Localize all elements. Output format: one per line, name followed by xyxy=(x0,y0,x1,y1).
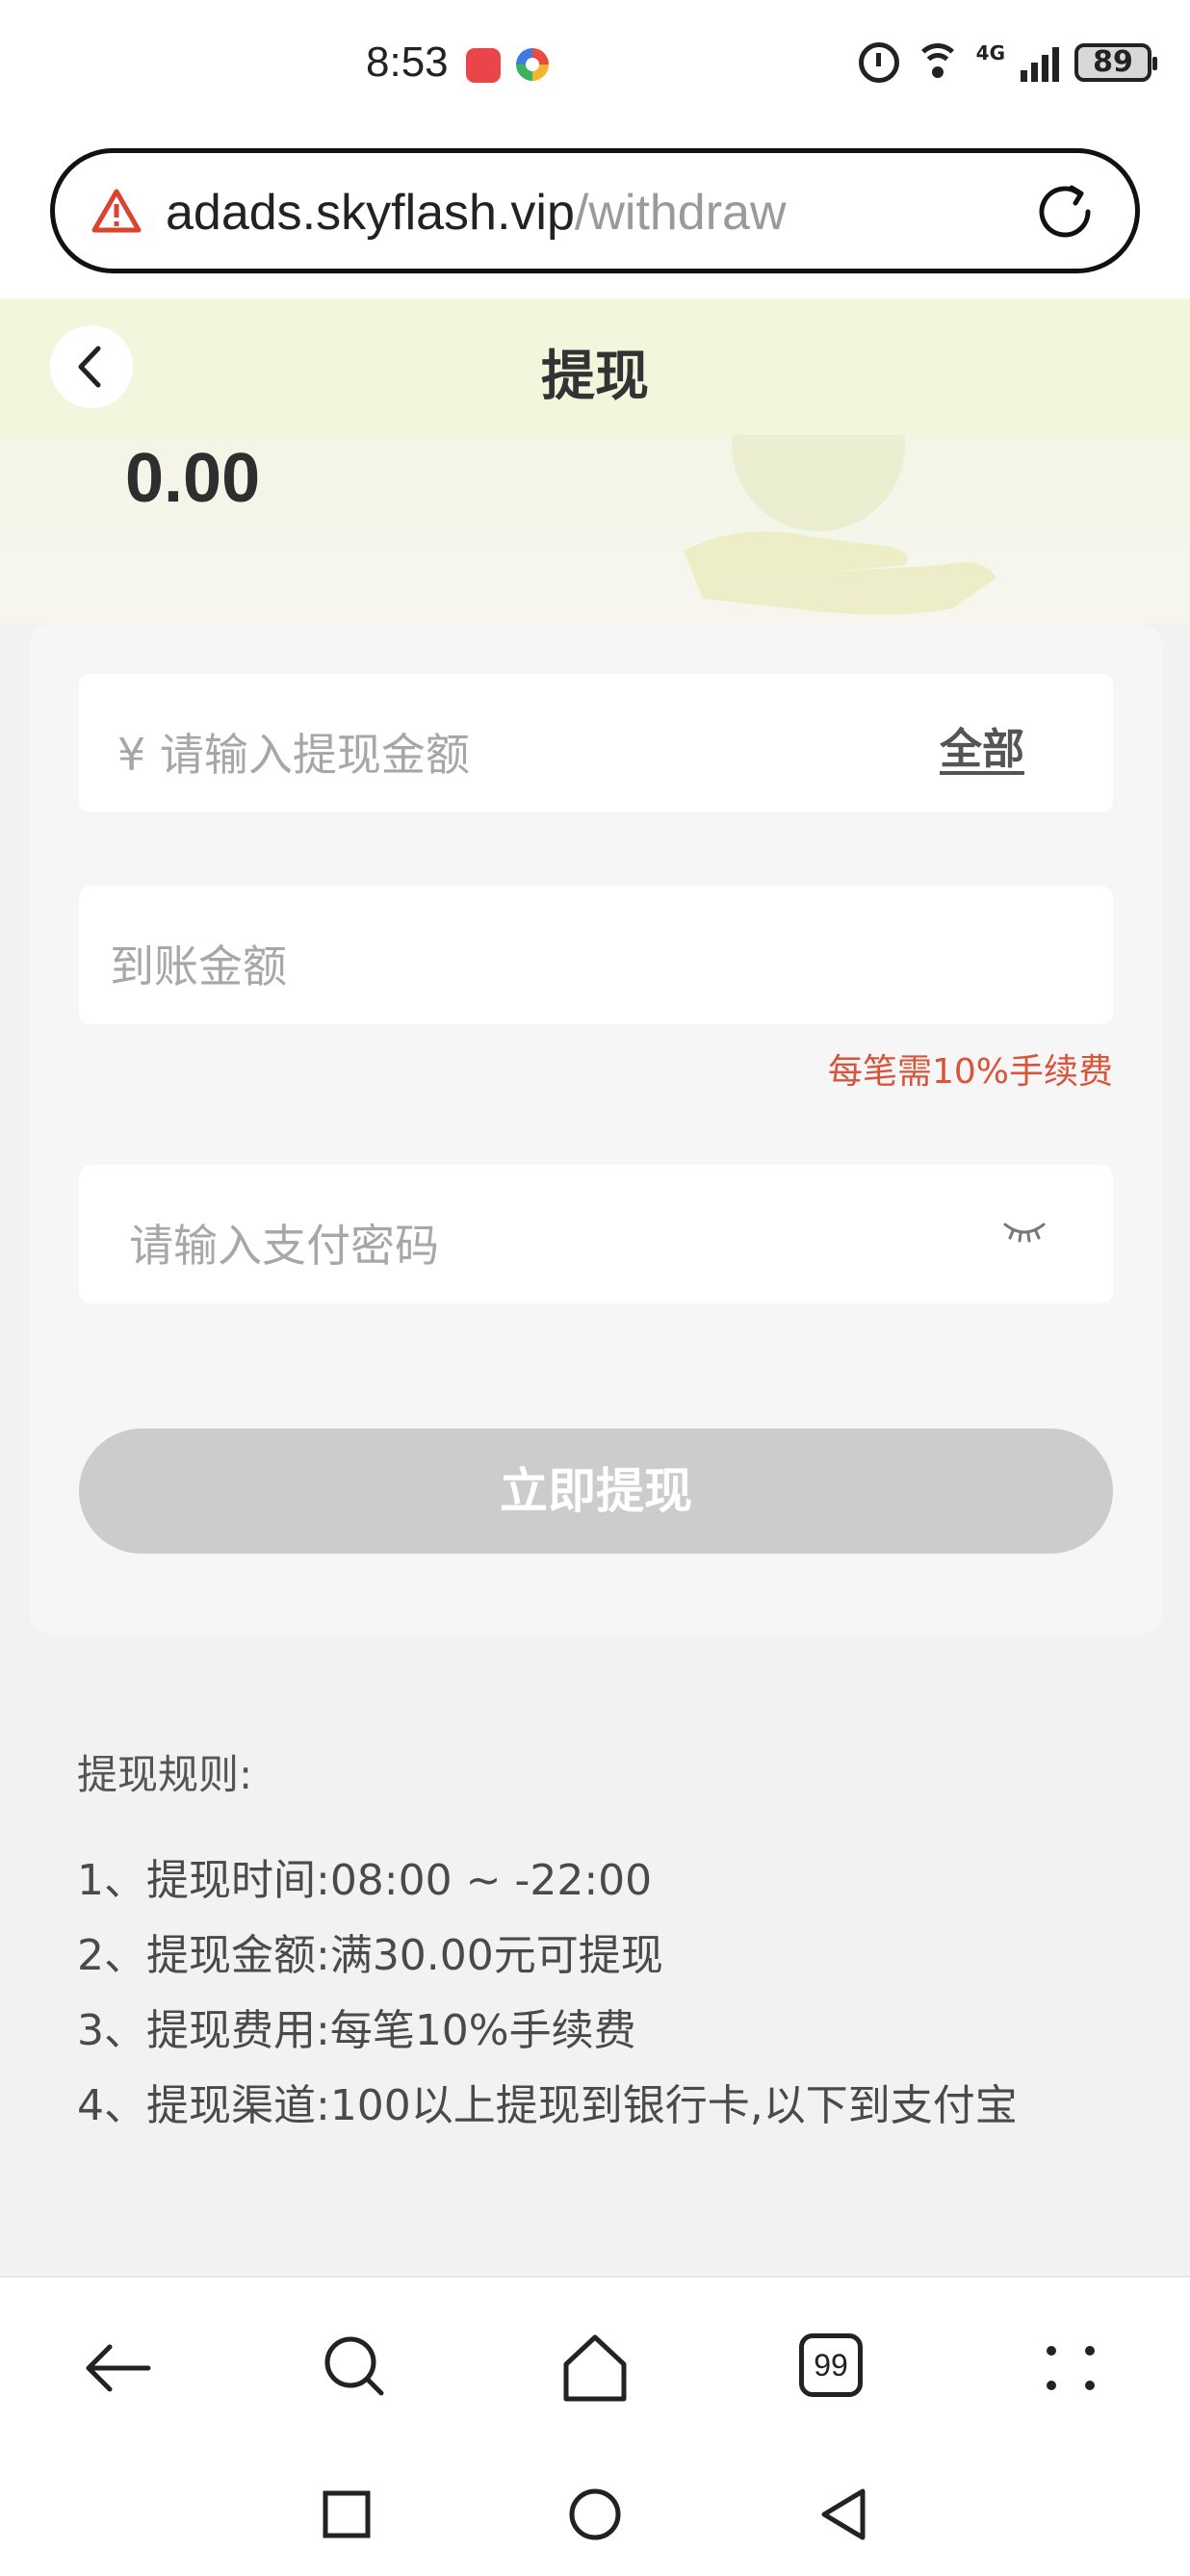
rule-item: 2、提现金额:满30.00元可提现 xyxy=(77,1931,663,1980)
rules-title: 提现规则: xyxy=(77,1751,253,1798)
status-icons: 4G 89 xyxy=(858,39,1157,87)
alarm-icon xyxy=(858,42,899,83)
signal-icon xyxy=(1021,43,1059,82)
battery-icon: 89 xyxy=(1074,43,1157,82)
search-icon[interactable] xyxy=(318,2330,395,2407)
withdraw-rules: 提现规则: 1、提现时间:08:00 ~ -22:00 2、提现金额:满30.0… xyxy=(77,1742,1136,2144)
hand-coin-icon xyxy=(684,435,996,615)
payment-password-input[interactable]: 请输入支付密码 xyxy=(79,1165,1113,1303)
rule-item: 3、提现费用:每笔10%手续费 xyxy=(77,2006,636,2055)
network-type: 4G xyxy=(975,41,1005,64)
withdraw-all-button[interactable]: 全部 xyxy=(940,714,1024,776)
balance-amount: 0.00 xyxy=(125,440,261,517)
tab-count: 99 xyxy=(799,2333,863,2397)
tabs-button[interactable]: 99 xyxy=(793,2330,870,2407)
url-text[interactable]: adads.skyflash.vip/withdraw xyxy=(166,184,787,242)
arrival-amount-placeholder: 到账金额 xyxy=(110,940,287,992)
recents-icon[interactable] xyxy=(318,2486,375,2543)
arrow-left-icon[interactable] xyxy=(81,2330,158,2407)
status-bar: 8:53 4G 89 xyxy=(0,0,1190,135)
browser-toolbar: 99 xyxy=(0,2276,1190,2455)
wifi-icon xyxy=(914,43,961,82)
address-bar[interactable]: adads.skyflash.vip/withdraw xyxy=(50,148,1140,273)
browser-address-area: adads.skyflash.vip/withdraw xyxy=(0,135,1190,298)
withdraw-amount-input[interactable]: ¥ 请输入提现金额 全部 xyxy=(79,674,1113,812)
page-title: 提现 xyxy=(541,346,649,408)
warning-icon[interactable] xyxy=(91,188,142,234)
fee-note: 每笔需10%手续费 xyxy=(827,1052,1113,1092)
withdraw-form: ¥ 请输入提现金额 全部 到账金额 每笔需10%手续费 请输入支付密码 立即提现 xyxy=(29,624,1163,1635)
rule-item: 4、提现渠道:100以上提现到银行卡,以下到支付宝 xyxy=(77,2081,1018,2130)
url-path: /withdraw xyxy=(574,185,787,241)
status-time: 8:53 xyxy=(366,39,449,86)
balance-banner: 0.00 xyxy=(0,435,1190,624)
app-notification-icon-2 xyxy=(516,48,549,81)
reload-icon[interactable] xyxy=(1033,180,1097,244)
system-nav-bar xyxy=(0,2455,1190,2576)
payment-password-placeholder: 请输入支付密码 xyxy=(129,1220,439,1272)
app-notification-icon xyxy=(466,48,501,83)
home-icon[interactable] xyxy=(556,2330,634,2407)
eye-closed-icon[interactable] xyxy=(1001,1217,1048,1246)
page-header: 提现 xyxy=(0,298,1190,435)
withdraw-amount-placeholder: ¥ 请输入提现金额 xyxy=(117,729,470,781)
rule-item: 1、提现时间:08:00 ~ -22:00 xyxy=(77,1856,653,1905)
arrival-amount-field[interactable]: 到账金额 xyxy=(79,886,1113,1024)
home-circle-icon[interactable] xyxy=(566,2486,624,2543)
url-host: adads.skyflash.vip xyxy=(166,185,575,241)
withdraw-submit-button[interactable]: 立即提现 xyxy=(79,1429,1113,1554)
more-menu-icon[interactable] xyxy=(1032,2330,1109,2407)
back-triangle-icon[interactable] xyxy=(815,2486,872,2543)
